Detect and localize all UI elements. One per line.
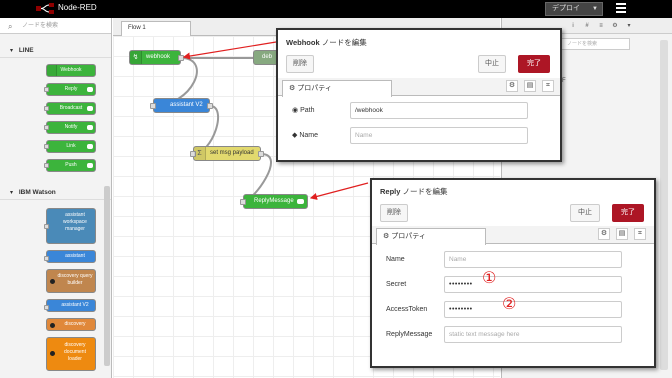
annotation-number-1: ① xyxy=(482,268,497,287)
done-button[interactable]: 完了 xyxy=(612,204,644,222)
name-input[interactable]: Name xyxy=(444,251,622,268)
node-red-app: Node-RED デプロイ ▼ ⌕ ノードを検索 ▾ LINE Webhook … xyxy=(0,0,672,378)
cancel-button[interactable]: 中止 xyxy=(478,55,506,73)
appearance-icon[interactable]: ⌗ xyxy=(542,80,554,92)
done-button[interactable]: 完了 xyxy=(518,55,550,73)
dialog-title-suffix: ノードを編集 xyxy=(400,187,448,196)
settings-icon[interactable]: ⚙ xyxy=(506,80,518,92)
access-token-label: AccessToken xyxy=(386,306,428,313)
dialog-tabbar: ⚙ プロパティ ⚙ ▤ ⌗ xyxy=(372,226,654,245)
gear-icon: ⚙ xyxy=(289,85,298,92)
dialog-title-node: Webhook xyxy=(286,38,320,47)
appearance-icon[interactable]: ⌗ xyxy=(634,228,646,240)
reply-edit-dialog: Reply ノードを編集 削除 中止 完了 ⚙ プロパティ ⚙ ▤ ⌗ Name… xyxy=(370,178,656,368)
name-input[interactable]: Name xyxy=(350,127,528,144)
dialog-tabbar: ⚙ プロパティ ⚙ ▤ ⌗ xyxy=(278,78,560,97)
cancel-button[interactable]: 中止 xyxy=(570,204,600,222)
path-label-text: Path xyxy=(300,107,315,114)
delete-button[interactable]: 削除 xyxy=(286,55,314,73)
name-label: ◆ Name xyxy=(292,131,318,139)
tab-properties[interactable]: ⚙ プロパティ xyxy=(282,80,392,97)
annotation-number-2: ② xyxy=(502,294,517,313)
secret-label: Secret xyxy=(386,281,407,288)
description-icon[interactable]: ▤ xyxy=(524,80,536,92)
path-label: ◉ Path xyxy=(292,106,314,114)
name-label-text: Name xyxy=(299,132,319,139)
description-icon[interactable]: ▤ xyxy=(616,228,628,240)
dialog-title: Webhook ノードを編集 xyxy=(286,37,367,48)
delete-button[interactable]: 削除 xyxy=(380,204,408,222)
arrow-to-webhook xyxy=(182,41,277,60)
settings-icon[interactable]: ⚙ xyxy=(598,228,610,240)
secret-input[interactable]: •••••••• xyxy=(444,276,622,293)
reply-message-input[interactable]: static text message here xyxy=(444,326,622,343)
arrow-to-reply xyxy=(309,182,369,200)
globe-icon: ◉ xyxy=(292,107,301,114)
tab-properties-label: プロパティ xyxy=(391,233,426,240)
name-label: Name xyxy=(386,256,405,263)
tab-properties[interactable]: ⚙ プロパティ xyxy=(376,228,486,245)
webhook-edit-dialog: Webhook ノードを編集 削除 中止 完了 ⚙ プロパティ ⚙ ▤ ⌗ ◉ … xyxy=(276,28,562,162)
tab-properties-label: プロパティ xyxy=(297,85,332,92)
dialog-title-node: Reply xyxy=(380,187,401,196)
gear-icon: ⚙ xyxy=(383,233,392,240)
path-input[interactable]: /webhook xyxy=(350,102,528,119)
access-token-input[interactable]: •••••••• xyxy=(444,301,622,318)
dialog-title: Reply ノードを編集 xyxy=(380,186,448,197)
reply-message-label: ReplyMessage xyxy=(386,331,433,338)
dialog-title-suffix: ノードを編集 xyxy=(319,38,367,47)
